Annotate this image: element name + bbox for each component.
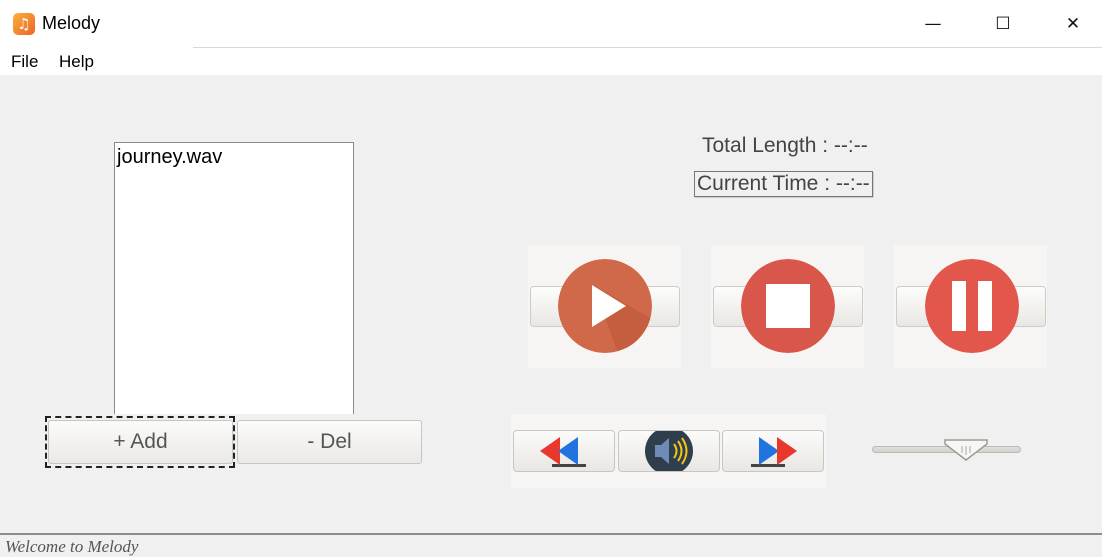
rewind-button[interactable] (513, 430, 615, 472)
minimize-button[interactable]: — (910, 0, 956, 47)
close-button[interactable]: ✕ (1050, 0, 1096, 47)
total-length-label: Total Length : --:-- (702, 134, 868, 157)
maximize-button[interactable]: ☐ (980, 0, 1026, 47)
menu-bar (0, 47, 1102, 75)
window-title: Melody (42, 13, 101, 33)
divider (193, 47, 1102, 48)
list-item[interactable]: journey.wav (117, 146, 222, 169)
music-note-icon: ♫ (13, 13, 35, 35)
forward-button[interactable] (722, 430, 824, 472)
stop-icon[interactable] (741, 259, 835, 353)
menu-help[interactable]: Help (59, 52, 94, 72)
focus-ring (45, 416, 235, 468)
menu-file[interactable]: File (11, 52, 38, 72)
current-time-label: Current Time : --:-- (694, 171, 873, 197)
mute-button[interactable] (618, 427, 720, 475)
status-bar (0, 533, 1102, 557)
speaker-icon (645, 427, 693, 475)
playlist-listbox[interactable]: journey.wav (114, 142, 354, 414)
rewind-icon (540, 437, 586, 467)
volume-slider-thumb[interactable] (943, 438, 989, 462)
delete-button[interactable]: - Del (237, 420, 422, 464)
play-icon[interactable] (558, 259, 652, 353)
pause-icon[interactable] (925, 259, 1019, 353)
fast-forward-icon (751, 437, 797, 467)
status-text: Welcome to Melody (5, 537, 139, 556)
